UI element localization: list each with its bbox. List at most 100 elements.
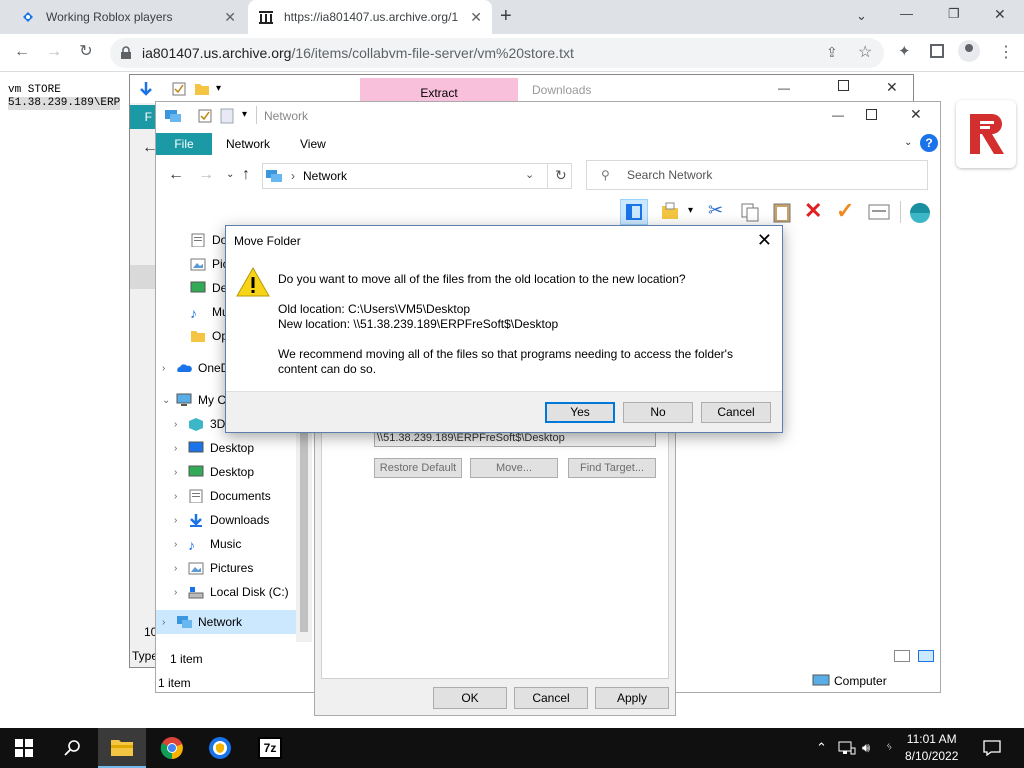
address-bar[interactable]: ia801407.us.archive.org/16/items/collabv… <box>110 38 884 68</box>
expand-chevron-icon[interactable]: › <box>174 491 188 502</box>
cancel-button[interactable]: Cancel <box>514 687 588 709</box>
address-dropdown-icon[interactable]: ⌄ <box>525 168 534 181</box>
nav-item-music[interactable]: › ♪ Music <box>174 533 241 555</box>
expand-chevron-icon[interactable]: › <box>174 539 188 550</box>
side-panel-icon[interactable] <box>930 44 944 58</box>
back-icon[interactable]: ← <box>12 42 32 62</box>
no-button[interactable]: No <box>623 402 693 423</box>
bookmark-star-icon[interactable]: ☆ <box>858 42 872 62</box>
expand-chevron-icon[interactable]: › <box>174 563 188 574</box>
nav-item-documents[interactable]: › Documents <box>174 485 271 507</box>
nav-item-downloads[interactable]: › Downloads <box>174 509 269 531</box>
taskbar-7zip[interactable]: 7z <box>246 728 294 768</box>
nav-item-pictures[interactable]: › Pictures <box>174 557 253 579</box>
network-status-icon[interactable] <box>838 741 856 755</box>
share-icon[interactable]: ⇪ <box>826 44 838 61</box>
yes-button[interactable]: Yes <box>545 402 615 423</box>
restore-default-button[interactable]: Restore Default <box>374 458 462 478</box>
up-icon[interactable]: ↑ <box>242 166 250 184</box>
copy-icon[interactable] <box>740 202 760 222</box>
quick-access-dropdown-icon[interactable]: ▾ <box>242 109 247 120</box>
apply-button[interactable]: Apply <box>595 687 669 709</box>
collapse-chevron-icon[interactable]: ⌄ <box>162 395 176 406</box>
expand-chevron-icon[interactable]: › <box>174 419 188 430</box>
breadcrumb-network[interactable]: Network <box>303 169 347 183</box>
address-bar[interactable]: › Network ⌄ ↻ <box>262 163 572 189</box>
nav-item-local-disk[interactable]: › Local Disk (C:) <box>174 581 289 603</box>
shell-icon[interactable] <box>908 200 932 224</box>
volume-icon[interactable]: 🔊︎ <box>862 740 870 756</box>
nav-item-folder[interactable]: Op <box>190 325 228 347</box>
expand-chevron-icon[interactable]: › <box>174 587 188 598</box>
expand-chevron-icon[interactable]: › <box>162 617 176 628</box>
tab-close-icon[interactable]: ✕ <box>224 9 236 26</box>
close-icon[interactable]: ✕ <box>757 230 772 251</box>
delete-icon[interactable]: ✕ <box>804 198 822 224</box>
taskbar-file-explorer[interactable] <box>98 728 146 768</box>
select-none-icon[interactable] <box>868 204 890 220</box>
minimize-icon[interactable]: — <box>778 81 790 95</box>
close-icon[interactable]: ✕ <box>910 106 922 123</box>
notifications-icon[interactable] <box>983 740 1001 756</box>
reload-icon[interactable]: ↻ <box>76 42 96 62</box>
collapse-ribbon-icon[interactable]: ⌄ <box>904 137 912 148</box>
new-folder-icon[interactable] <box>220 108 234 124</box>
details-view-icon[interactable] <box>894 650 910 662</box>
new-item-icon[interactable] <box>660 202 680 222</box>
large-icons-view-icon[interactable] <box>918 650 934 662</box>
minimize-icon[interactable]: — <box>832 108 844 122</box>
search-input[interactable]: ⚲ Search Network <box>586 160 928 190</box>
tab-search-icon[interactable]: ⌄ <box>856 8 867 24</box>
search-button[interactable] <box>48 728 96 768</box>
extensions-icon[interactable]: ✦ <box>898 42 911 60</box>
expand-chevron-icon[interactable]: › <box>174 515 188 526</box>
paste-icon[interactable] <box>772 201 792 223</box>
back-file-tab[interactable]: F <box>130 105 156 129</box>
move-button[interactable]: Move... <box>470 458 558 478</box>
maximize-icon[interactable] <box>838 80 849 91</box>
new-item-dropdown-icon[interactable]: ▾ <box>688 205 693 216</box>
ok-button[interactable]: OK <box>433 687 507 709</box>
clock[interactable]: 11:01 AM 8/10/2022 <box>905 731 958 765</box>
tab-roblox[interactable]: Working Roblox players ✕ <box>8 0 246 34</box>
ribbon-tab-view[interactable]: View <box>300 137 326 151</box>
refresh-icon[interactable]: ↻ <box>555 167 567 184</box>
close-icon[interactable]: ✕ <box>886 79 898 96</box>
ribbon-tab-network[interactable]: Network <box>226 137 270 151</box>
expand-chevron-icon[interactable]: › <box>162 363 176 374</box>
nav-item-network[interactable]: › Network <box>156 610 296 634</box>
start-button[interactable] <box>0 728 48 768</box>
language-icon[interactable]: ᛃ <box>886 741 893 753</box>
maximize-icon[interactable] <box>866 109 877 120</box>
cancel-button[interactable]: Cancel <box>701 402 771 423</box>
close-window-icon[interactable]: ✕ <box>994 6 1006 23</box>
forward-nav-icon[interactable]: → <box>198 166 214 184</box>
quick-access-dropdown-icon[interactable]: ▾ <box>216 83 221 94</box>
minimize-icon[interactable]: — <box>900 6 913 21</box>
forward-icon[interactable]: → <box>44 42 64 62</box>
nav-item-desktop[interactable]: › Desktop <box>174 461 254 483</box>
tab-close-icon[interactable]: ✕ <box>470 9 482 26</box>
tab-archive[interactable]: https://ia801407.us.archive.org/1 ✕ <box>248 0 492 34</box>
menu-icon[interactable]: ⋮ <box>998 42 1014 62</box>
preview-pane-icon[interactable] <box>620 199 648 225</box>
help-icon[interactable]: ? <box>920 134 938 152</box>
ribbon-tab-file[interactable]: File <box>156 133 212 155</box>
nav-item-desktop[interactable]: › Desktop <box>174 437 254 459</box>
nav-item-onedrive[interactable]: › OneD <box>162 357 229 379</box>
restore-icon[interactable]: ❐ <box>948 6 960 22</box>
show-hidden-icons-icon[interactable]: ⌃ <box>816 740 827 756</box>
extension-floating-button[interactable] <box>956 100 1016 168</box>
expand-chevron-icon[interactable]: › <box>174 467 188 478</box>
profile-avatar-icon[interactable] <box>958 40 980 62</box>
taskbar-browser[interactable] <box>196 728 244 768</box>
cut-icon[interactable]: ✂ <box>708 200 723 221</box>
back-nav-icon[interactable]: ← <box>168 166 184 184</box>
nav-item-my-computer[interactable]: ⌄ My C <box>162 389 226 411</box>
rename-check-icon[interactable]: ✓ <box>836 198 854 224</box>
find-target-button[interactable]: Find Target... <box>568 458 656 478</box>
properties-checkbox-icon[interactable] <box>198 109 212 123</box>
new-tab-button[interactable]: + <box>500 5 512 28</box>
recent-locations-icon[interactable]: ⌄ <box>226 169 234 180</box>
expand-chevron-icon[interactable]: › <box>174 443 188 454</box>
